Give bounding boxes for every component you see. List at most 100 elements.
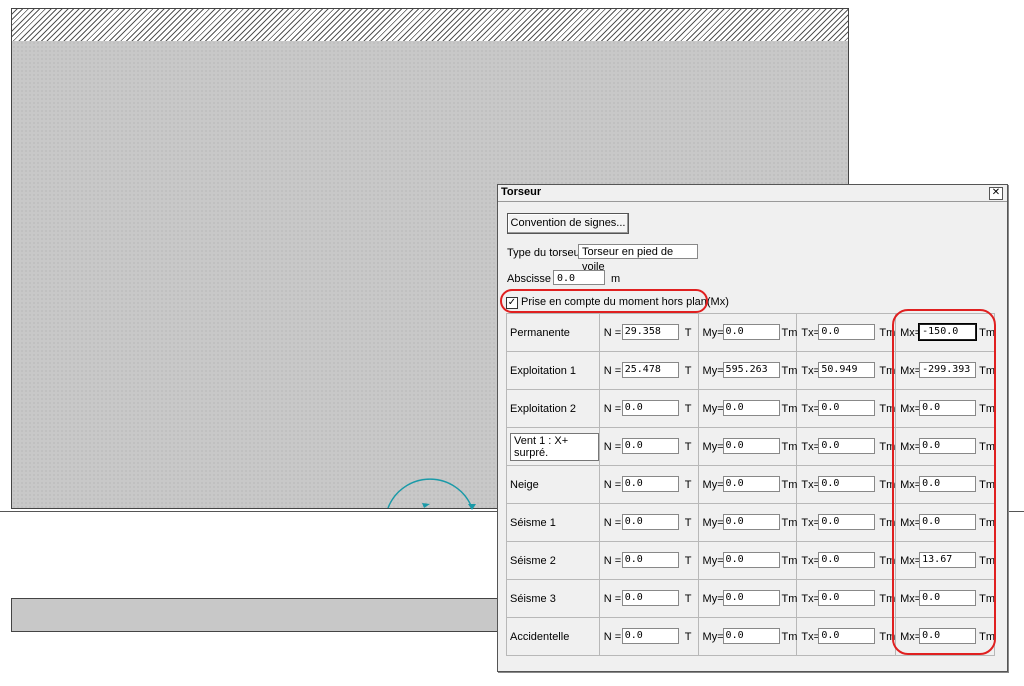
- n-cell: N = 25.478 T: [598, 351, 699, 390]
- my-label: My=: [702, 403, 724, 415]
- my-label: My=: [702, 365, 724, 377]
- tx-cell: Tx= 0.0 Tm: [796, 389, 897, 428]
- load-case-name-cell: Exploitation 1: [506, 351, 600, 390]
- my-unit: Tm: [781, 555, 798, 567]
- load-case-name[interactable]: Vent 1 : X+ surpré.: [510, 432, 599, 461]
- n-unit: T: [684, 441, 692, 453]
- tx-cell: Tx= 0.0 Tm: [796, 541, 897, 580]
- load-case-name-cell: Séisme 3: [506, 579, 600, 618]
- n-unit: T: [684, 555, 692, 567]
- n-cell: N = 0.0 T: [598, 541, 699, 580]
- tx-label: Tx=: [801, 593, 820, 605]
- tx-input[interactable]: 0.0: [818, 628, 876, 644]
- n-cell: N = 0.0 T: [598, 503, 699, 542]
- n-label: N =: [603, 327, 622, 339]
- my-input[interactable]: 0.0: [722, 324, 780, 340]
- n-input[interactable]: 0.0: [621, 438, 679, 454]
- dialog-title: Torseur: [501, 186, 542, 198]
- convention-signes-button[interactable]: Convention de signes...: [507, 213, 629, 234]
- my-unit: Tm: [781, 593, 798, 605]
- n-cell: N = 0.0 T: [598, 427, 699, 466]
- n-cell: N = 29.358 T: [598, 313, 699, 352]
- n-input[interactable]: 0.0: [621, 514, 679, 530]
- my-cell: My= 0.0 Tm: [697, 389, 798, 428]
- tx-input[interactable]: 0.0: [818, 590, 876, 606]
- load-case-name-cell: Vent 1 : X+ surpré.: [506, 427, 600, 466]
- tx-label: Tx=: [801, 403, 820, 415]
- tx-input[interactable]: 0.0: [818, 400, 876, 416]
- tx-input[interactable]: 50.949: [818, 362, 876, 378]
- highlight-checkbox-ellipse: [500, 289, 708, 313]
- my-input[interactable]: 0.0: [722, 590, 780, 606]
- n-unit: T: [684, 479, 692, 491]
- load-case-name-cell: Séisme 1: [506, 503, 600, 542]
- n-input[interactable]: 0.0: [621, 590, 679, 606]
- tx-input[interactable]: 0.0: [818, 324, 876, 340]
- hatched-top-beam: [11, 8, 849, 42]
- abscisse-input[interactable]: 0.0: [553, 270, 605, 285]
- my-cell: My= 0.0 Tm: [697, 313, 798, 352]
- my-input[interactable]: 595.263: [722, 362, 780, 378]
- n-unit: T: [684, 403, 692, 415]
- tx-cell: Tx= 0.0 Tm: [796, 579, 897, 618]
- n-input[interactable]: 25.478: [621, 362, 679, 378]
- n-input[interactable]: 0.0: [621, 400, 679, 416]
- n-label: N =: [603, 555, 622, 567]
- tx-cell: Tx= 0.0 Tm: [796, 503, 897, 542]
- tx-label: Tx=: [801, 517, 820, 529]
- load-case-name-cell: Neige: [506, 465, 600, 504]
- my-cell: My= 0.0 Tm: [697, 617, 798, 656]
- n-input[interactable]: 0.0: [621, 476, 679, 492]
- my-input[interactable]: 0.0: [722, 476, 780, 492]
- tx-cell: Tx= 0.0 Tm: [796, 427, 897, 466]
- my-label: My=: [702, 441, 724, 453]
- n-label: N =: [603, 403, 622, 415]
- n-unit: T: [684, 631, 692, 643]
- tx-cell: Tx= 50.949 Tm: [796, 351, 897, 390]
- moment-arc-icon: [387, 478, 476, 510]
- my-cell: My= 595.263 Tm: [697, 351, 797, 390]
- tx-input[interactable]: 0.0: [818, 514, 876, 530]
- type-torseur-field[interactable]: Torseur en pied de voile: [578, 244, 698, 273]
- my-unit: Tm: [781, 631, 798, 643]
- my-input[interactable]: 0.0: [722, 552, 780, 568]
- n-unit: T: [684, 517, 692, 529]
- tx-input[interactable]: 0.0: [818, 438, 876, 454]
- load-case-name: Exploitation 2: [510, 402, 577, 415]
- n-unit: T: [684, 327, 692, 339]
- my-unit: Tm: [781, 441, 798, 453]
- my-input[interactable]: 0.0: [722, 400, 780, 416]
- n-label: N =: [603, 631, 622, 643]
- tx-input[interactable]: 0.0: [818, 476, 876, 492]
- my-cell: My= 0.0 Tm: [697, 579, 798, 618]
- my-unit: Tm: [781, 479, 798, 491]
- n-input[interactable]: 0.0: [621, 628, 679, 644]
- my-label: My=: [702, 517, 724, 529]
- my-unit: Tm: [781, 517, 798, 529]
- dialog-titlebar[interactable]: Torseur ✕: [498, 185, 1007, 202]
- n-label: N =: [603, 365, 622, 377]
- tx-label: Tx=: [801, 441, 820, 453]
- my-input[interactable]: 0.0: [722, 514, 780, 530]
- my-cell: My= 0.0 Tm: [697, 465, 798, 504]
- my-unit: Tm: [781, 403, 798, 415]
- tx-label: Tx=: [801, 327, 820, 339]
- n-label: N =: [603, 441, 622, 453]
- close-icon[interactable]: ✕: [989, 187, 1003, 200]
- tx-label: Tx=: [801, 365, 820, 377]
- tx-label: Tx=: [801, 631, 820, 643]
- n-input[interactable]: 0.0: [621, 552, 679, 568]
- n-input[interactable]: 29.358: [621, 324, 679, 340]
- n-label: N =: [603, 479, 622, 491]
- n-cell: N = 0.0 T: [598, 389, 699, 428]
- n-label: N =: [603, 593, 622, 605]
- my-label: My=: [702, 555, 724, 567]
- tx-input[interactable]: 0.0: [818, 552, 876, 568]
- my-unit: Tm: [781, 327, 798, 339]
- my-input[interactable]: 0.0: [722, 438, 780, 454]
- my-label: My=: [702, 479, 724, 491]
- tx-cell: Tx= 0.0 Tm: [796, 313, 897, 352]
- load-case-name: Neige: [510, 478, 539, 491]
- n-unit: T: [684, 593, 692, 605]
- my-input[interactable]: 0.0: [722, 628, 780, 644]
